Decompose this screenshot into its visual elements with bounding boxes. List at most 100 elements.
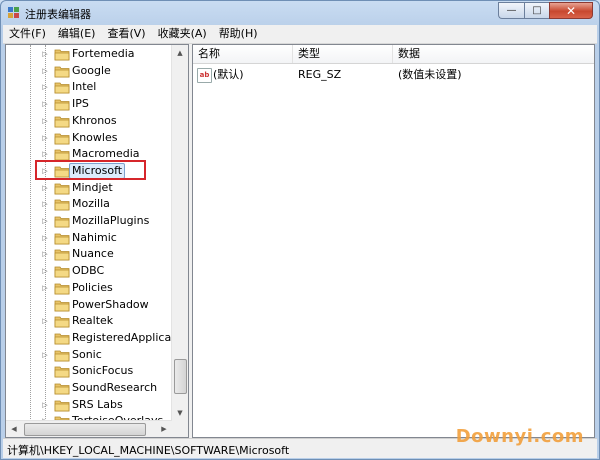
tree-item[interactable]: ▷ Knowles — [6, 130, 176, 147]
folder-icon — [54, 283, 70, 295]
tree-item[interactable]: ▷ Policies — [6, 280, 176, 297]
expand-arrow-icon[interactable]: ▷ — [41, 267, 49, 275]
tree-item-label: Realtek — [72, 314, 114, 328]
menu-view[interactable]: 查看(V) — [101, 25, 151, 43]
tree-item[interactable]: ▷ IPS — [6, 96, 176, 113]
tree-item[interactable]: RegisteredApplicatio — [6, 330, 185, 347]
tree-item-label: IPS — [72, 97, 89, 111]
value-data: (数值未设置) — [398, 68, 462, 81]
tree-item[interactable]: ▷ Sonic — [6, 347, 176, 364]
expand-arrow-icon[interactable]: ▷ — [41, 317, 49, 325]
close-button[interactable]: ✕ — [549, 2, 593, 19]
expand-arrow-icon[interactable]: ▷ — [41, 250, 49, 258]
expand-arrow-icon[interactable]: ▷ — [41, 100, 49, 108]
scroll-up-icon[interactable]: ▲ — [172, 45, 188, 61]
tree-item[interactable]: ▷ MozillaPlugins — [6, 213, 176, 230]
tree-item[interactable]: ▷ Nuance — [6, 246, 176, 263]
title-bar[interactable]: 注册表编辑器 — □ ✕ — [1, 1, 599, 25]
tree-item-label: Sonic — [72, 347, 102, 361]
value-row[interactable]: ab (默认) REG_SZ (数值未设置) — [193, 66, 594, 84]
expand-arrow-icon[interactable]: ▷ — [41, 351, 49, 359]
maximize-button[interactable]: □ — [524, 2, 549, 19]
values-list[interactable]: 名称 类型 数据 ab (默认) REG_SZ (数值未设置) — [192, 44, 595, 438]
tree-item-label: Nahimic — [72, 230, 117, 244]
value-type: REG_SZ — [298, 68, 342, 81]
window-controls: — □ ✕ — [498, 2, 593, 19]
tree-item-label: Khronos — [72, 113, 117, 127]
main-panes: ▷ Fortemedia ▷ Google ▷ Intel ▷ IPS ▷ Khronos ▷ Kno… — [5, 44, 595, 438]
tree-item-label: Mozilla — [72, 197, 110, 211]
tree-horizontal-scrollbar[interactable]: ◀ ▶ — [6, 420, 172, 437]
folder-icon — [54, 366, 70, 378]
expand-arrow-icon[interactable]: ▷ — [41, 401, 49, 409]
expand-arrow-icon[interactable]: ▷ — [41, 184, 49, 192]
expand-arrow-icon[interactable]: ▷ — [41, 67, 49, 75]
watermark-logo: Downyi.com — [455, 426, 584, 447]
expand-arrow-icon[interactable]: ▷ — [41, 83, 49, 91]
expand-arrow-icon[interactable]: ▷ — [41, 284, 49, 292]
expand-arrow-icon[interactable]: ▷ — [41, 50, 49, 58]
expand-arrow-icon[interactable]: ▷ — [41, 200, 49, 208]
folder-icon — [54, 350, 70, 361]
expand-arrow-icon[interactable]: ▷ — [41, 134, 49, 142]
folder-icon — [54, 133, 70, 144]
registry-editor-window: 注册表编辑器 — □ ✕ 文件(F) 编辑(E) 查看(V) 收藏夹(A) 帮助… — [0, 0, 600, 460]
scrollbar-thumb[interactable] — [24, 423, 146, 436]
tree-item-label: Fortemedia — [72, 47, 135, 60]
string-value-icon: ab — [197, 68, 212, 83]
tree-item-label: SoundResearch — [72, 381, 158, 394]
menu-file[interactable]: 文件(F) — [3, 25, 52, 43]
tree-item[interactable]: ▷ Nahimic — [6, 230, 176, 247]
tree-vertical-scrollbar[interactable]: ▲ ▼ — [171, 45, 188, 437]
tree-item[interactable]: SonicFocus — [6, 363, 176, 380]
minimize-button[interactable]: — — [498, 2, 524, 19]
tree-item[interactable]: ▷ Mozilla — [6, 196, 176, 213]
tree-item-label: SonicFocus — [72, 364, 134, 378]
tree-item[interactable]: ▷ Realtek — [6, 313, 176, 330]
column-data[interactable]: 数据 — [393, 45, 594, 63]
menu-help[interactable]: 帮助(H) — [213, 25, 264, 43]
tree-item[interactable]: SoundResearch — [6, 380, 176, 397]
tree-item[interactable]: ▷ Google — [6, 63, 176, 80]
expand-arrow-icon[interactable]: ▷ — [41, 234, 49, 242]
menu-favorites[interactable]: 收藏夹(A) — [152, 25, 213, 43]
status-path: 计算机\HKEY_LOCAL_MACHINE\SOFTWARE\Microsof… — [7, 444, 290, 457]
menu-bar: 文件(F) 编辑(E) 查看(V) 收藏夹(A) 帮助(H) — [3, 25, 597, 44]
folder-icon — [54, 99, 70, 111]
registry-tree[interactable]: ▷ Fortemedia ▷ Google ▷ Intel ▷ IPS ▷ Khronos ▷ Kno… — [5, 44, 189, 438]
folder-icon — [54, 216, 70, 228]
tree-item[interactable]: PowerShadow — [6, 297, 176, 314]
folder-icon — [54, 233, 70, 245]
scroll-left-icon[interactable]: ◀ — [6, 421, 22, 437]
folder-icon — [54, 82, 70, 94]
tree-item[interactable]: ▷ Intel — [6, 79, 176, 96]
column-type[interactable]: 类型 — [293, 45, 393, 63]
scroll-down-icon[interactable]: ▼ — [172, 405, 188, 421]
tree-item-label: Nuance — [72, 247, 114, 261]
tree-item[interactable]: ▷ SRS Labs — [6, 397, 176, 414]
tree-item-label: MozillaPlugins — [72, 214, 150, 227]
tree-item[interactable]: ▷ Fortemedia — [6, 46, 176, 63]
expand-arrow-icon[interactable]: ▷ — [41, 217, 49, 225]
tree-item[interactable]: ▷ Khronos — [6, 113, 176, 130]
tree-item-label: Intel — [72, 80, 97, 94]
folder-icon — [54, 316, 70, 328]
scroll-right-icon[interactable]: ▶ — [156, 421, 172, 437]
tree-item-label: SRS Labs — [72, 397, 123, 411]
expand-arrow-icon[interactable]: ▷ — [41, 117, 49, 125]
tree-item-label: PowerShadow — [72, 297, 149, 311]
tree-item[interactable]: ▷ ODBC — [6, 263, 176, 280]
folder-icon — [54, 400, 70, 412]
tree-item-label: Mindjet — [72, 180, 113, 194]
expand-arrow-icon[interactable]: ▷ — [41, 150, 49, 158]
tree-item[interactable]: ▷ Mindjet — [6, 180, 176, 197]
tree-item-label: Knowles — [72, 130, 118, 144]
value-name: (默认) — [213, 68, 244, 81]
menu-edit[interactable]: 编辑(E) — [52, 25, 102, 43]
column-name[interactable]: 名称 — [193, 45, 293, 63]
scrollbar-thumb[interactable] — [174, 359, 187, 394]
folder-icon — [54, 383, 70, 395]
tree-item-label: Google — [72, 63, 111, 77]
column-header: 名称 类型 数据 — [193, 45, 594, 64]
folder-icon — [54, 49, 70, 61]
